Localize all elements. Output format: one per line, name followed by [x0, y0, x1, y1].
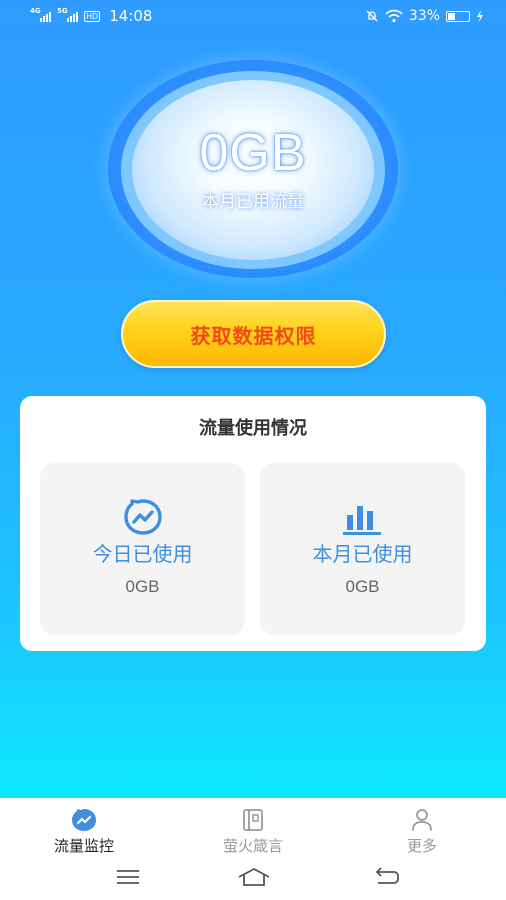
usage-stats-card: 流量使用情况 今日已使用 0GB 本月已使用 0GB	[20, 396, 486, 651]
nav-more[interactable]: 更多	[362, 808, 482, 856]
nav-traffic-monitor[interactable]: 流量监控	[24, 808, 144, 856]
month-usage-value: 0GB	[345, 577, 380, 596]
get-data-permission-button[interactable]: 获取数据权限	[121, 300, 386, 368]
today-usage-label: 今日已使用	[92, 542, 193, 566]
status-right: 33%	[365, 8, 484, 24]
chart-bubble-icon	[123, 499, 162, 535]
month-usage-tile[interactable]: 本月已使用 0GB	[260, 463, 465, 635]
signal-5g-icon: 5G	[57, 7, 78, 22]
today-usage-value: 0GB	[125, 577, 160, 596]
battery-icon	[446, 10, 470, 22]
system-nav-bar	[0, 862, 506, 892]
back-icon[interactable]	[372, 866, 400, 888]
user-icon	[412, 809, 432, 831]
bar-chart-icon	[342, 506, 381, 535]
charging-icon	[477, 10, 483, 22]
today-usage-tile[interactable]: 今日已使用 0GB	[40, 463, 245, 635]
battery-percent: 33%	[408, 8, 440, 24]
monthly-usage-value: 0GB	[199, 123, 307, 182]
wifi-icon	[385, 9, 403, 23]
status-time: 14:08	[109, 7, 153, 25]
menu-icon[interactable]	[114, 866, 142, 888]
nav-label-more: 更多	[406, 837, 437, 855]
nav-label-traffic-monitor: 流量监控	[53, 837, 114, 855]
month-usage-label: 本月已使用	[312, 542, 413, 566]
network-type-5g: 5G	[57, 7, 68, 15]
signal-4g-icon: 4G	[30, 7, 51, 22]
monthly-usage-label: 本月已用流量	[202, 191, 304, 212]
nav-label-firefly-quotes: 萤火箴言	[222, 837, 283, 855]
card-title: 流量使用情况	[199, 418, 307, 439]
status-bar: 4G 5G HD 14:08 33%	[0, 0, 506, 32]
status-left: 4G 5G HD 14:08	[30, 7, 152, 25]
network-type-4g: 4G	[30, 7, 41, 15]
hd-badge: HD	[84, 10, 101, 22]
mute-icon	[366, 10, 378, 22]
notebook-icon	[243, 809, 263, 831]
home-icon[interactable]	[237, 866, 271, 888]
nav-firefly-quotes[interactable]: 萤火箴言	[193, 808, 313, 856]
traffic-monitor-icon	[72, 809, 96, 831]
usage-circle: 0GB 本月已用流量	[132, 80, 374, 260]
